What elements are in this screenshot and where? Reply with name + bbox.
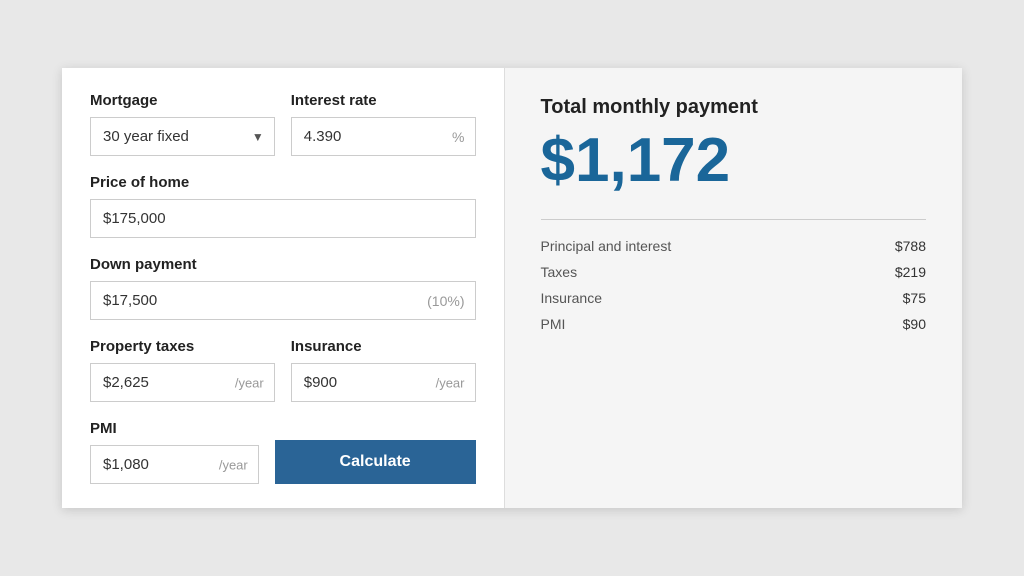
- interest-group: Interest rate %: [291, 92, 476, 156]
- pmi-breakdown-label: PMI: [541, 316, 566, 332]
- breakdown-row-taxes: Taxes $219: [541, 264, 927, 280]
- ins-year-label: /year: [436, 375, 465, 390]
- tax-label: Property taxes: [90, 338, 275, 355]
- taxes-value: $219: [895, 264, 926, 280]
- mortgage-interest-row: Mortgage 30 year fixed 15 year fixed 5/1…: [90, 92, 476, 156]
- interest-input[interactable]: [292, 118, 475, 155]
- down-payment-group: Down payment (10%): [90, 256, 476, 320]
- price-input[interactable]: [90, 199, 476, 238]
- left-panel: Mortgage 30 year fixed 15 year fixed 5/1…: [62, 68, 505, 508]
- insurance-breakdown-value: $75: [903, 290, 926, 306]
- pmi-calculate-row: PMI /year Calculate: [90, 420, 476, 484]
- mortgage-label: Mortgage: [90, 92, 275, 109]
- calculator-container: Mortgage 30 year fixed 15 year fixed 5/1…: [62, 68, 962, 508]
- down-label: Down payment: [90, 256, 476, 273]
- pmi-year-label: /year: [219, 457, 248, 472]
- divider: [541, 219, 927, 220]
- breakdown-table: Principal and interest $788 Taxes $219 I…: [541, 238, 927, 332]
- ins-input-wrapper: /year: [291, 363, 476, 402]
- pmi-input-wrapper: /year: [90, 445, 259, 484]
- principal-value: $788: [895, 238, 926, 254]
- insurance-label: Insurance: [291, 338, 476, 355]
- down-percent: (10%): [427, 293, 464, 309]
- pmi-group: PMI /year: [90, 420, 259, 484]
- breakdown-row-pmi: PMI $90: [541, 316, 927, 332]
- taxes-label: Taxes: [541, 264, 578, 280]
- mortgage-group: Mortgage 30 year fixed 15 year fixed 5/1…: [90, 92, 275, 156]
- pmi-label: PMI: [90, 420, 259, 437]
- interest-input-wrapper: %: [291, 117, 476, 156]
- percent-symbol: %: [452, 129, 464, 145]
- mortgage-select-wrapper[interactable]: 30 year fixed 15 year fixed 5/1 ARM ▼: [90, 117, 275, 156]
- right-panel: Total monthly payment $1,172 Principal a…: [505, 68, 963, 508]
- interest-label: Interest rate: [291, 92, 476, 109]
- tax-group: Property taxes /year: [90, 338, 275, 402]
- price-label: Price of home: [90, 174, 476, 191]
- taxes-insurance-row: Property taxes /year Insurance /year: [90, 338, 476, 402]
- pmi-breakdown-value: $90: [903, 316, 926, 332]
- breakdown-row-insurance: Insurance $75: [541, 290, 927, 306]
- breakdown-row-principal: Principal and interest $788: [541, 238, 927, 254]
- calculate-button[interactable]: Calculate: [275, 440, 476, 484]
- price-group: Price of home: [90, 174, 476, 238]
- total-amount: $1,172: [541, 127, 927, 195]
- down-input-wrapper: (10%): [90, 281, 476, 320]
- insurance-group: Insurance /year: [291, 338, 476, 402]
- principal-label: Principal and interest: [541, 238, 672, 254]
- mortgage-select[interactable]: 30 year fixed 15 year fixed 5/1 ARM: [91, 118, 274, 155]
- insurance-breakdown-label: Insurance: [541, 290, 602, 306]
- tax-year-label: /year: [235, 375, 264, 390]
- tax-input-wrapper: /year: [90, 363, 275, 402]
- total-label: Total monthly payment: [541, 96, 927, 119]
- down-input[interactable]: [91, 282, 475, 319]
